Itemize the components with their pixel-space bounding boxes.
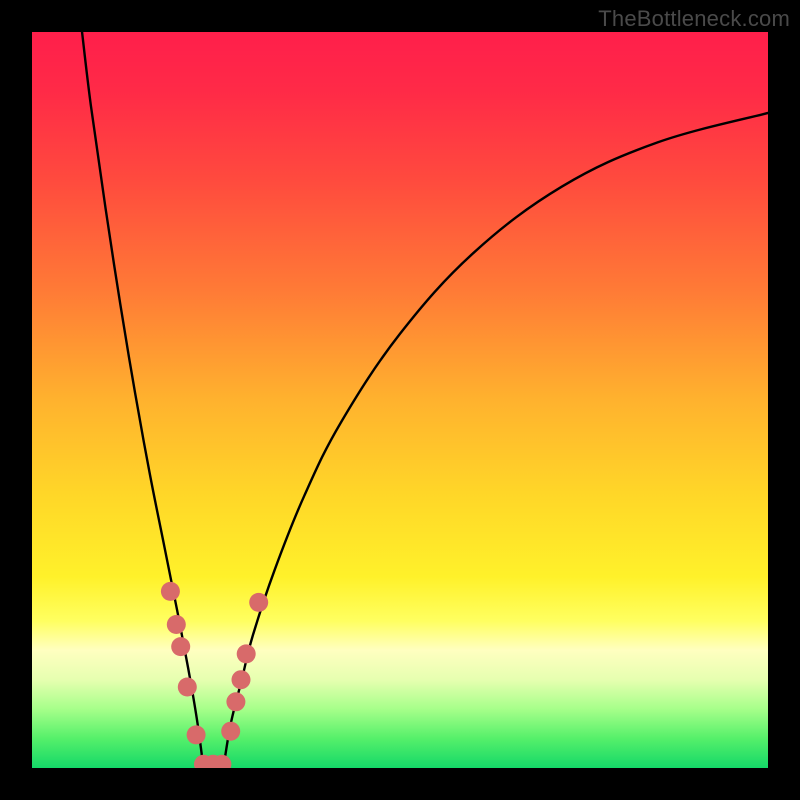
plot-area (32, 32, 768, 768)
data-marker (226, 692, 245, 711)
data-marker (237, 644, 256, 663)
data-marker (161, 582, 180, 601)
data-marker (167, 615, 186, 634)
curve-right-branch (223, 113, 768, 768)
watermark-text: TheBottleneck.com (598, 6, 790, 32)
data-marker (249, 593, 268, 612)
data-marker (178, 678, 197, 697)
chart-svg (32, 32, 768, 768)
chart-frame: TheBottleneck.com (0, 0, 800, 800)
data-marker (232, 670, 251, 689)
data-marker (221, 722, 240, 741)
curve-left-branch (82, 32, 203, 768)
data-marker (171, 637, 190, 656)
data-marker (187, 725, 206, 744)
